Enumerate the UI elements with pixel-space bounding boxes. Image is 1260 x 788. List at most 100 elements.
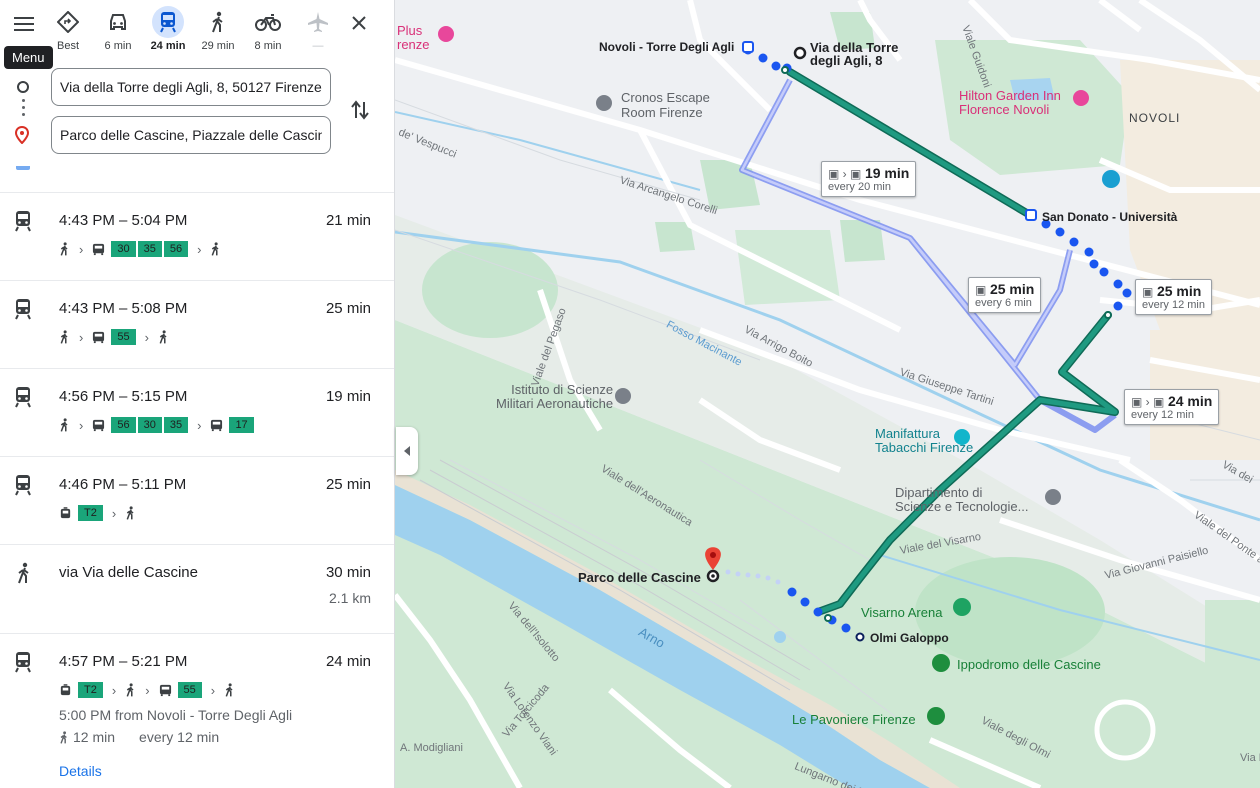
destination-input[interactable] bbox=[60, 127, 322, 143]
street-label: A. Modigliani bbox=[400, 742, 463, 754]
callout-time: 19 min bbox=[864, 165, 910, 181]
route-times: 4:43 PM – 5:08 PM bbox=[59, 300, 188, 317]
poi-line: Room Firenze bbox=[621, 105, 703, 120]
poi-istituto[interactable]: Istituto di Scienze Militari Aeronautich… bbox=[496, 383, 613, 411]
route-callout-selected[interactable]: ▣ › ▣ 24 min every 12 min bbox=[1124, 389, 1220, 425]
bicycle-icon bbox=[255, 14, 281, 31]
poi-line: Cronos Escape bbox=[621, 90, 710, 105]
line-badge: 35 bbox=[137, 241, 162, 257]
poi-line: renze bbox=[397, 37, 430, 52]
chevron-right-icon: › bbox=[79, 241, 84, 257]
train-icon bbox=[15, 211, 31, 232]
route-callout[interactable]: ▣ › ▣ 19 min every 20 min bbox=[821, 161, 917, 197]
route-option[interactable]: 4:56 PM – 5:15 PM 19 min › 56 30 35 › 17 bbox=[0, 369, 394, 457]
walking-icon bbox=[60, 730, 67, 744]
stop-label-end[interactable]: Olmi Galoppo bbox=[870, 631, 949, 645]
poi-hilton[interactable]: Hilton Garden Inn Florence Novoli bbox=[959, 89, 1061, 117]
poi-line: Manifattura bbox=[875, 426, 941, 441]
bus-icon bbox=[211, 419, 223, 431]
stop-label-mid[interactable]: San Donato - Università bbox=[1042, 210, 1177, 224]
route-callout[interactable]: ▣ 25 min every 12 min bbox=[1135, 279, 1212, 315]
poi-cronos[interactable]: Cronos Escape Room Firenze bbox=[621, 90, 710, 120]
bus-icon: ▣ › ▣ bbox=[828, 167, 862, 181]
destination-pin-icon bbox=[15, 126, 29, 144]
close-directions-button[interactable] bbox=[344, 8, 374, 38]
poi-line: Dipartimento di bbox=[895, 485, 983, 500]
chevron-left-icon bbox=[404, 446, 410, 456]
chevron-right-icon: › bbox=[111, 682, 117, 698]
route-times: 4:57 PM – 5:21 PM bbox=[59, 653, 188, 670]
route-option-walking[interactable]: via Via delle Cascine 30 min 2.1 km bbox=[0, 545, 394, 634]
mode-flights[interactable]: — bbox=[293, 6, 343, 56]
route-option[interactable]: 4:43 PM – 5:08 PM 25 min › 55 › bbox=[0, 281, 394, 369]
tram-icon bbox=[60, 506, 71, 518]
route-option[interactable]: 4:46 PM – 5:11 PM 25 min T2 › bbox=[0, 457, 394, 545]
details-link[interactable]: Details bbox=[59, 763, 102, 779]
train-icon bbox=[15, 475, 31, 496]
walking-icon bbox=[60, 330, 68, 344]
poi-hotel-plus[interactable]: Plus renze bbox=[397, 24, 430, 52]
route-departure: 5:00 PM from Novoli - Torre Degli Agli bbox=[59, 707, 293, 723]
mode-driving[interactable]: 6 min bbox=[93, 6, 143, 56]
poi-ippodromo[interactable]: Ippodromo delle Cascine bbox=[957, 657, 1101, 672]
stop-label-start[interactable]: Novoli - Torre Degli Agli bbox=[599, 40, 734, 54]
poi-visarno-arena[interactable]: Visarno Arena bbox=[861, 605, 942, 620]
car-icon bbox=[110, 14, 126, 30]
mode-walking[interactable]: 29 min bbox=[193, 6, 243, 56]
poi-dipartimento[interactable]: Dipartimento di Scienze e Tecnologie... bbox=[895, 486, 1028, 514]
train-icon bbox=[15, 299, 31, 320]
walking-icon bbox=[60, 418, 68, 432]
collapse-panel-button[interactable] bbox=[396, 427, 418, 475]
route-option-partial[interactable] bbox=[0, 166, 394, 193]
poi-line: Tabacchi Firenze bbox=[875, 440, 974, 455]
poi-line: Plus bbox=[397, 23, 423, 38]
poi-manifattura[interactable]: Manifattura Tabacchi Firenze bbox=[875, 427, 973, 455]
line-badge: 30 bbox=[137, 417, 162, 433]
destination-field[interactable] bbox=[51, 116, 331, 154]
destination-label[interactable]: Parco delle Cascine bbox=[578, 570, 701, 585]
swap-origin-destination-button[interactable] bbox=[346, 96, 374, 124]
route-option[interactable]: 4:43 PM – 5:04 PM 21 min › 30 35 56 › bbox=[0, 193, 394, 281]
transit-icon bbox=[16, 166, 30, 170]
route-option-selected[interactable]: 4:57 PM – 5:21 PM 24 min T2 › › 55 › 5:0… bbox=[0, 634, 394, 788]
bus-icon: ▣ bbox=[1142, 285, 1154, 299]
mode-cycling[interactable]: 8 min bbox=[243, 6, 293, 56]
poi-pavoniere[interactable]: Le Pavoniere Firenze bbox=[792, 712, 916, 727]
line-badge: 30 bbox=[111, 241, 136, 257]
menu-button[interactable] bbox=[8, 8, 40, 40]
tram-icon: ▣ › ▣ bbox=[1131, 395, 1165, 409]
mode-transit[interactable]: 24 min bbox=[143, 6, 193, 56]
chevron-right-icon: › bbox=[210, 682, 216, 698]
walking-icon bbox=[159, 330, 167, 344]
callout-time: 25 min bbox=[1156, 283, 1202, 299]
chevron-right-icon: › bbox=[79, 417, 84, 433]
airplane-icon bbox=[308, 12, 328, 32]
mode-transit-label: 24 min bbox=[150, 40, 186, 52]
route-duration: 30 min bbox=[325, 564, 371, 581]
route-callout[interactable]: ▣ 25 min every 6 min bbox=[968, 277, 1042, 313]
poi-line: Militari Aeronautiche bbox=[496, 396, 614, 411]
origin-label[interactable]: Via della Torre degli Agli, 8 bbox=[810, 41, 898, 67]
callout-frequency: every 12 min bbox=[1131, 409, 1194, 421]
chevron-right-icon: › bbox=[144, 329, 149, 345]
bus-icon bbox=[159, 684, 171, 696]
line-badge: 17 bbox=[229, 417, 254, 433]
walking-icon bbox=[126, 683, 134, 697]
route-duration: 25 min bbox=[325, 476, 371, 493]
route-steps: › 30 35 56 › bbox=[59, 240, 221, 258]
directions-diamond-icon bbox=[57, 11, 79, 33]
poi-line: Hilton Garden Inn bbox=[959, 88, 1061, 103]
bus-icon: ▣ bbox=[975, 283, 987, 297]
poi-line: Istituto di Scienze bbox=[511, 382, 614, 397]
origin-circle-icon bbox=[17, 81, 29, 93]
map-canvas[interactable]: ▣ › ▣ 19 min every 20 min ▣ 25 min every… bbox=[395, 0, 1260, 788]
callout-frequency: every 6 min bbox=[975, 297, 1032, 309]
route-via: via Via delle Cascine bbox=[59, 564, 198, 581]
route-frequency: every 12 min bbox=[139, 729, 220, 745]
origin-field[interactable] bbox=[51, 68, 331, 106]
line-badge: 55 bbox=[177, 682, 202, 698]
close-icon bbox=[352, 16, 366, 30]
tram-icon bbox=[60, 683, 71, 695]
line-badge: T2 bbox=[78, 505, 103, 521]
origin-input[interactable] bbox=[60, 79, 322, 95]
